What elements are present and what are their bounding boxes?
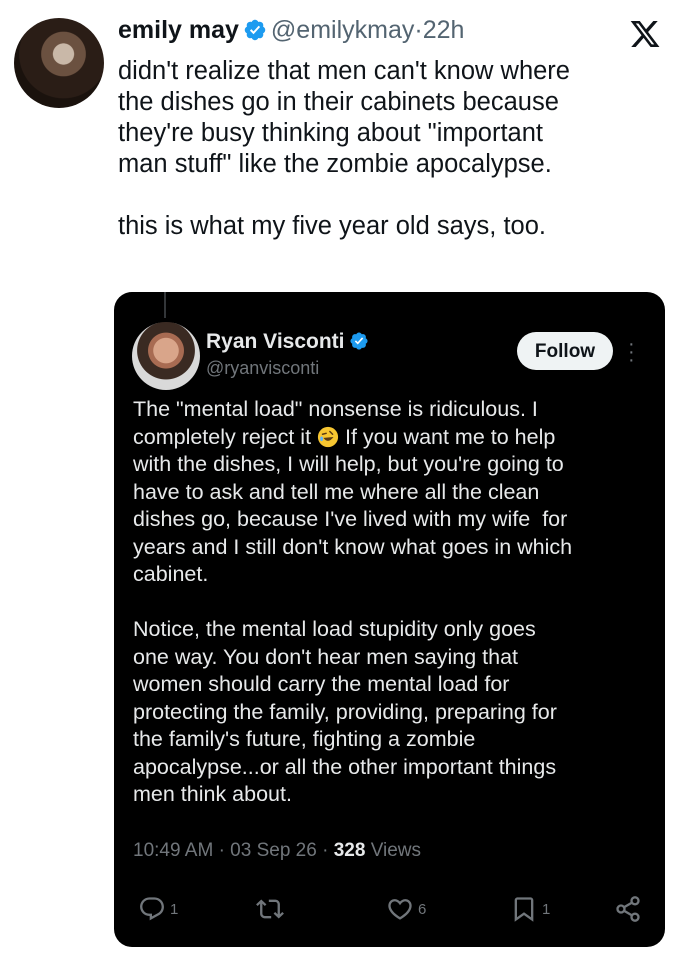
views-label: Views [370,840,422,861]
quoted-author-name[interactable]: Ryan Visconti [206,330,345,353]
verified-badge-icon [244,19,266,41]
meta-time[interactable]: 10:49 AM [133,840,213,861]
meta-separator: · [218,840,225,861]
tweet-header: emily may @emilykmay·22h [118,16,659,52]
quoted-tweet-card[interactable]: Ryan Visconti @ryanvisconti Follow · · · T… [114,292,665,947]
quoted-tweet-text: The "mental load" nonsense is ridiculous… [133,396,653,809]
meta-separator: · [322,840,329,861]
bookmark-icon [514,897,534,922]
tweet-meta: 10:49 AM · 03 Sep 26 · 328 Views [133,840,421,862]
share-button[interactable] [614,892,642,926]
quoted-author-handle[interactable]: @ryanvisconti [206,358,319,379]
quoted-author-avatar[interactable] [132,322,200,390]
more-options-icon[interactable]: · · · [628,334,635,370]
author-name[interactable]: emily may [118,16,239,44]
reply-button[interactable]: 1 [138,892,178,926]
separator-dot: · [414,16,423,44]
retweet-button[interactable] [256,892,288,926]
tweet-text: didn't realize that men can't know where… [118,57,570,240]
like-button[interactable]: 6 [386,892,426,926]
retweet-icon [256,899,284,919]
author-avatar[interactable] [14,18,104,108]
quoted-author-name-row[interactable]: Ryan Visconti [206,330,369,354]
author-handle[interactable]: @emilykmay [271,16,414,44]
thread-line [164,292,166,318]
action-bar: 1 6 1 [138,892,648,926]
share-icon [616,896,640,922]
x-logo-icon [630,21,660,47]
bookmark-button[interactable]: 1 [510,892,550,926]
meta-date[interactable]: 03 Sep 26 [230,840,317,861]
reply-icon [140,897,164,921]
tweet-time[interactable]: 22h [423,16,465,44]
rolling-on-floor-laughing-emoji [317,426,339,447]
quoted-text-part2: If you want me to help with the dishes, … [133,424,573,807]
bookmark-count: 1 [542,900,551,918]
verified-badge-icon [349,332,368,350]
follow-button[interactable]: Follow [517,332,613,370]
views-count[interactable]: 328 [334,840,366,861]
heart-icon [388,899,412,920]
like-count: 6 [418,900,427,918]
reply-count: 1 [170,900,179,918]
